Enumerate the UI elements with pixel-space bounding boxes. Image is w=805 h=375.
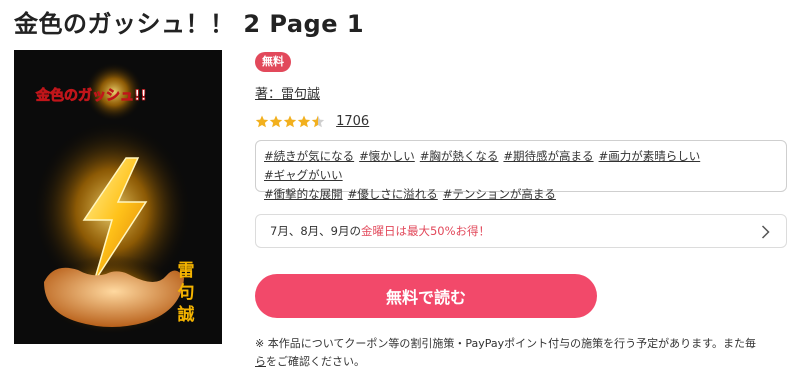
chevron-right-icon — [761, 225, 770, 239]
book-cover-image[interactable]: 金色のガッシュ!! 雷 句 誠 — [14, 50, 222, 344]
notice-link[interactable]: ら — [255, 355, 266, 368]
cover-author-char-1: 雷 — [178, 261, 195, 281]
promo-text-prefix: 7月、8月、9月の — [270, 224, 361, 238]
notice-text: ※ 本作品についてクーポン等の割引施策・PayPayポイント付与の施策を行う予定… — [255, 335, 805, 371]
tag-link[interactable]: #胸が熱くなる — [420, 147, 499, 166]
tag-link[interactable]: #テンションが高まる — [443, 185, 556, 204]
tag-link[interactable]: #懐かしい — [359, 147, 415, 166]
page-title: 金色のガッシュ！！ 2 Page 1 — [14, 10, 365, 38]
tag-list: #続きが気になる #懐かしい #胸が熱くなる #期待感が高まる #画力が素晴らしい #ギャ… — [255, 140, 787, 201]
read-free-button[interactable]: 無料で読む — [255, 274, 597, 318]
cover-author-char-2: 句 — [178, 282, 195, 303]
tag-link[interactable]: #続きが気になる — [264, 147, 354, 166]
free-badge: 無料 — [255, 52, 291, 72]
rating-row: 1706 — [255, 111, 369, 129]
cover-title-text: 金色のガッシュ!! — [35, 87, 147, 104]
friday-promo-banner[interactable]: 7月、8月、9月の金曜日は最大50%お得！ — [255, 214, 787, 248]
star-rating-icon — [255, 115, 325, 127]
author-link[interactable]: 著：雷句誠 — [255, 83, 320, 102]
tag-link[interactable]: #衝撃的な展開 — [264, 185, 343, 204]
promo-text-highlight: 金曜日は最大50%お得！ — [360, 224, 491, 238]
cover-artwork: 金色のガッシュ!! 雷 句 誠 — [14, 50, 222, 344]
tag-link[interactable]: #優しさに溢れる — [348, 185, 438, 204]
notice-line-1: ※ 本作品についてクーポン等の割引施策・PayPayポイント付与の施策を行う予定… — [255, 337, 757, 350]
notice-line-2: らをご確認ください。 — [255, 353, 805, 371]
tag-link[interactable]: #画力が素晴らしい — [599, 147, 701, 166]
tag-link[interactable]: #ギャグがいい — [264, 166, 343, 185]
rating-count-link[interactable]: 1706 — [336, 114, 369, 129]
tag-link[interactable]: #期待感が高まる — [503, 147, 593, 166]
cover-author-char-3: 誠 — [178, 304, 195, 325]
notice-line-2-text: をご確認ください。 — [266, 355, 365, 368]
